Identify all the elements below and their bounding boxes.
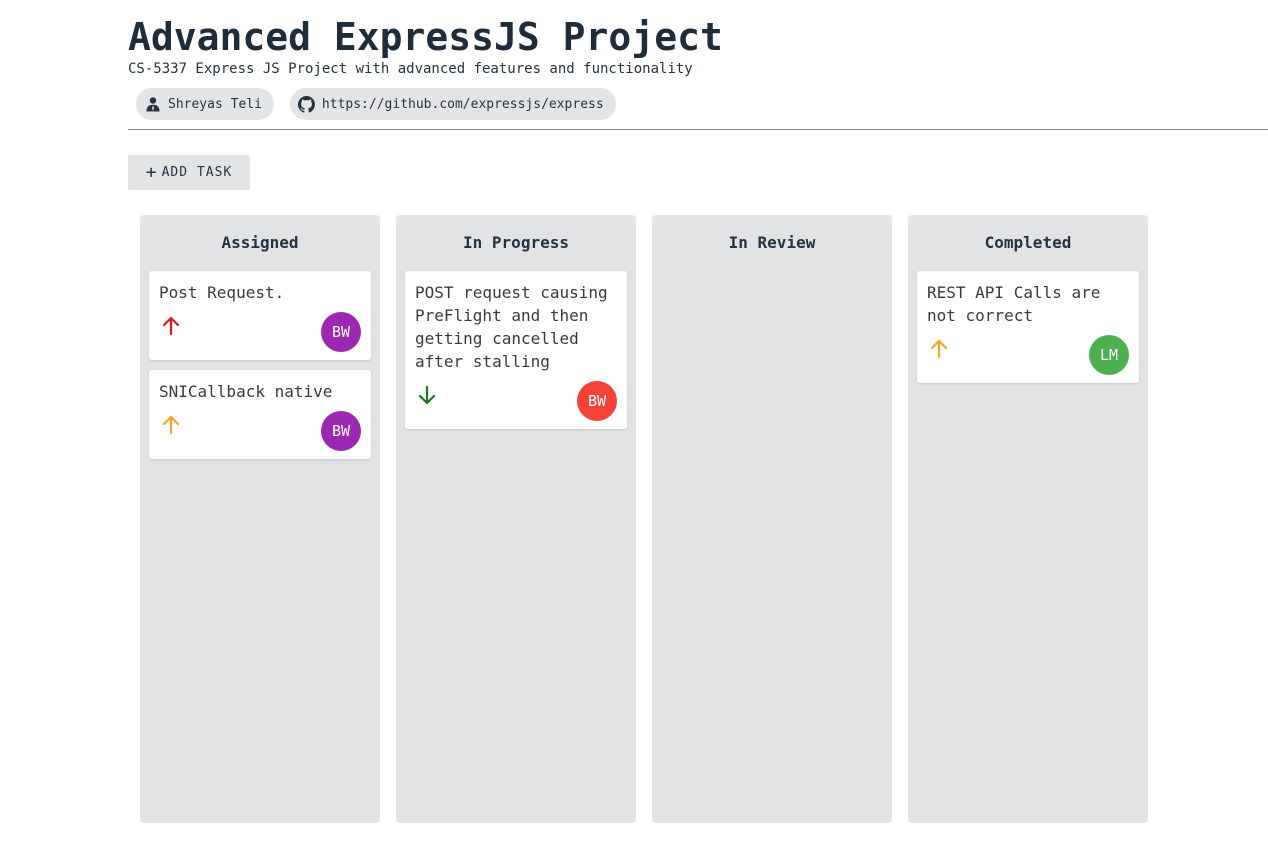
column-title: In Progress bbox=[463, 233, 569, 252]
owner-name: Shreyas Teli bbox=[168, 96, 262, 112]
header-divider bbox=[128, 129, 1268, 130]
task-card-footer: BW bbox=[159, 409, 361, 451]
task-title: REST API Calls are not correct bbox=[927, 283, 1101, 325]
column-title: Assigned bbox=[221, 233, 299, 252]
task-card[interactable]: Post Request. BW bbox=[149, 271, 371, 360]
task-card[interactable]: SNICallback native BW bbox=[149, 370, 371, 459]
assignee-avatar[interactable]: BW bbox=[321, 312, 361, 352]
plus-icon: + bbox=[145, 161, 158, 183]
column-in-review: In Review bbox=[652, 215, 892, 823]
assignee-avatar[interactable]: LM bbox=[1089, 335, 1129, 375]
task-title: Post Request. bbox=[159, 283, 285, 302]
column-title: Completed bbox=[984, 233, 1072, 252]
task-card-footer: BW bbox=[159, 310, 361, 352]
kanban-board: Assigned Post Request. BW SNICallback nativ… bbox=[140, 215, 1148, 823]
task-card-footer: LM bbox=[927, 333, 1129, 375]
column-completed: Completed REST API Calls are not correct L… bbox=[908, 215, 1148, 823]
add-task-label: ADD TASK bbox=[161, 165, 233, 180]
task-title: SNICallback native bbox=[159, 382, 333, 401]
project-meta: Shreyas Teli https://github.com/expressj… bbox=[136, 88, 616, 120]
arrow-up-icon bbox=[927, 337, 953, 363]
task-title: POST request causing PreFlight and then … bbox=[415, 283, 608, 371]
repo-link-chip[interactable]: https://github.com/expressjs/express bbox=[289, 88, 616, 120]
task-card[interactable]: POST request causing PreFlight and then … bbox=[405, 271, 627, 429]
github-icon bbox=[298, 95, 316, 113]
task-card[interactable]: REST API Calls are not correct LM bbox=[917, 271, 1139, 383]
column-assigned: Assigned Post Request. BW SNICallback nativ… bbox=[140, 215, 380, 823]
arrow-up-icon bbox=[159, 314, 185, 340]
arrow-down-icon bbox=[415, 383, 441, 409]
column-title: In Review bbox=[728, 233, 816, 252]
task-card-footer: BW bbox=[415, 379, 617, 421]
assignee-avatar[interactable]: BW bbox=[321, 411, 361, 451]
page-subtitle: CS-5337 Express JS Project with advanced… bbox=[128, 61, 693, 77]
assignee-avatar[interactable]: BW bbox=[577, 381, 617, 421]
page-title: Advanced ExpressJS Project bbox=[128, 15, 723, 59]
arrow-up-icon bbox=[159, 413, 185, 439]
add-task-button[interactable]: + ADD TASK bbox=[128, 155, 250, 190]
column-in-progress: In Progress POST request causing PreFligh… bbox=[396, 215, 636, 823]
repo-url: https://github.com/expressjs/express bbox=[321, 96, 604, 112]
page-header: Advanced ExpressJS Project CS-5337 Expre… bbox=[128, 14, 723, 78]
person-icon bbox=[144, 95, 162, 113]
owner-chip[interactable]: Shreyas Teli bbox=[136, 88, 274, 120]
